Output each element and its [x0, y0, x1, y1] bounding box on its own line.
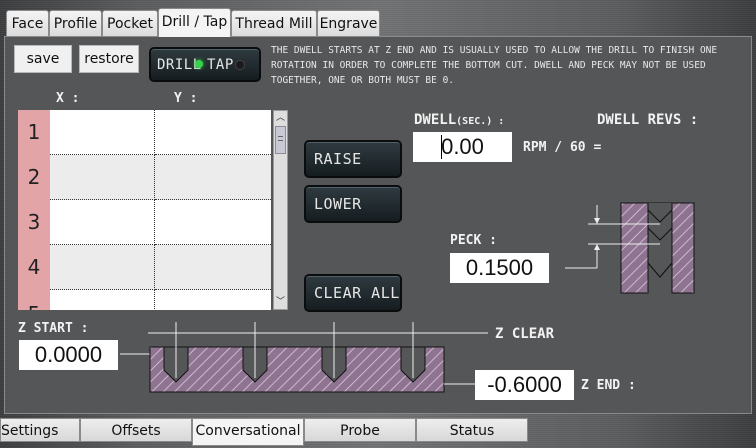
peck-profile-diagram	[565, 202, 695, 294]
drill-diagrams	[120, 202, 695, 393]
z-levels-diagram	[120, 322, 488, 393]
tab-offsets[interactable]: Offsets	[80, 418, 192, 442]
tab-drill-tap[interactable]: Drill / Tap	[158, 8, 231, 37]
tab-settings[interactable]: Settings	[0, 418, 80, 442]
tab-status[interactable]: Status	[416, 418, 528, 442]
tab-probe[interactable]: Probe	[304, 418, 416, 442]
bottom-tab-bar: Settings Offsets Conversational Probe St…	[0, 418, 756, 448]
tab-conversational[interactable]: Conversational	[192, 418, 304, 446]
